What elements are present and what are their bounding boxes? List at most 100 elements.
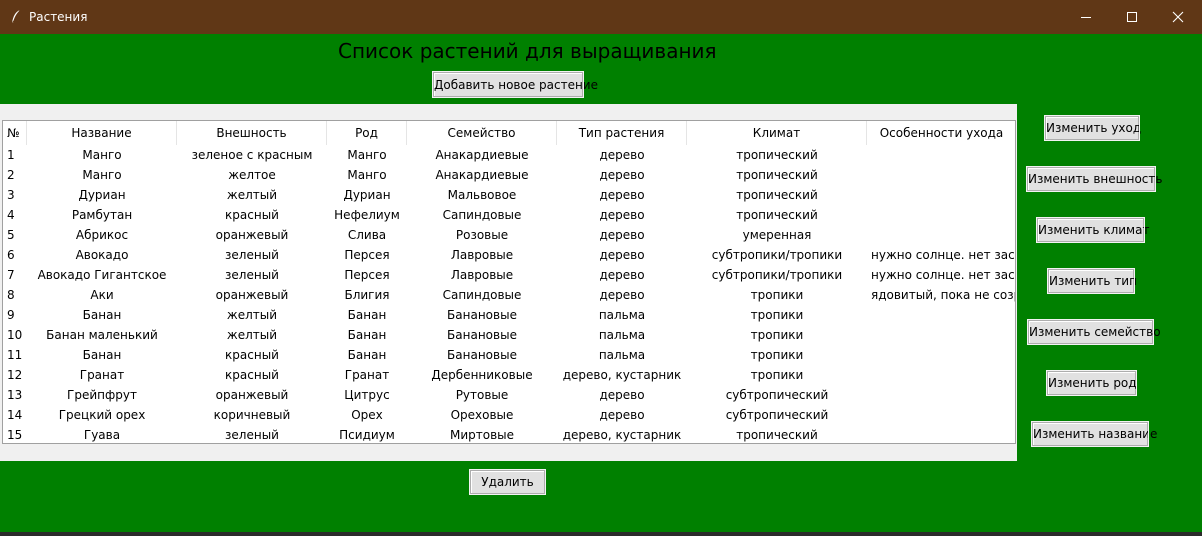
edit-family-button[interactable]: Изменить семейство bbox=[1027, 319, 1161, 345]
column-header[interactable]: Особенности ухода bbox=[867, 121, 1015, 145]
table-cell: ядовитый, пока не созрел bbox=[871, 288, 1015, 302]
table-cell: Сапиндовые bbox=[442, 208, 522, 222]
table-cell: Манго bbox=[82, 148, 122, 162]
table-row[interactable]: 5 Абрикос оранжевый Слива Розовые дерево умере… bbox=[3, 225, 1015, 245]
table-cell: зеленое с красным bbox=[191, 148, 313, 162]
table-cell: 9 bbox=[7, 308, 15, 322]
table-cell: 3 bbox=[7, 188, 15, 202]
table-cell: Миртовые bbox=[449, 428, 515, 442]
table-cell: Манго bbox=[347, 168, 387, 182]
table-cell bbox=[867, 165, 1015, 185]
close-icon bbox=[1172, 11, 1184, 23]
table-cell: Банановые bbox=[447, 348, 517, 362]
column-header[interactable]: Тип растения bbox=[557, 121, 687, 145]
minimize-icon bbox=[1081, 17, 1091, 18]
edit-type-button[interactable]: Изменить тип bbox=[1047, 268, 1137, 294]
table-cell: желтый bbox=[226, 328, 278, 342]
column-header[interactable]: Внешность bbox=[177, 121, 327, 145]
table-header: № Название Внешность Род Семейство Тип растен… bbox=[3, 121, 1015, 145]
table-cell: Дуриан bbox=[343, 188, 391, 202]
table-cell: Банан bbox=[347, 328, 387, 342]
table-cell: Грецкий орех bbox=[58, 408, 146, 422]
table-frame: № Название Внешность Род Семейство Тип растен… bbox=[0, 104, 1017, 461]
column-header[interactable]: Название bbox=[27, 121, 177, 145]
table-row[interactable]: 3 Дуриан желтый Дуриан Мальвовое дерево тропич… bbox=[3, 185, 1015, 205]
table-cell: тропики bbox=[750, 368, 804, 382]
table-row[interactable]: 10 Банан маленький желтый Банан Банановые пал… bbox=[3, 325, 1015, 345]
table-row[interactable]: 7 Авокадо Гигантское зеленый Персея Лавровые… bbox=[3, 265, 1015, 285]
table-row[interactable]: 4 Рамбутан красный Нефелиум Сапиндовые дерево… bbox=[3, 205, 1015, 225]
table-row[interactable]: 12 Гранат красный Гранат Дербенниковые дерево… bbox=[3, 365, 1015, 385]
table-cell: Лавровые bbox=[450, 268, 514, 282]
table-cell: Рутовые bbox=[455, 388, 509, 402]
add-plant-button[interactable]: Добавить новое растение bbox=[432, 71, 598, 98]
table-row[interactable]: 2 Манго желтое Манго Анакардиевые дерево тропи… bbox=[3, 165, 1015, 185]
table-cell: оранжевый bbox=[215, 288, 289, 302]
table-row[interactable]: 15 Гуава зеленый Псидиум Миртовые дерево, кус… bbox=[3, 425, 1015, 443]
table-row[interactable]: 11 Банан красный Банан Банановые пальма тропик… bbox=[3, 345, 1015, 365]
table-cell bbox=[867, 385, 1015, 405]
table-cell: Дуриан bbox=[78, 188, 126, 202]
table-row[interactable]: 6 Авокадо зеленый Персея Лавровые дерево субтр… bbox=[3, 245, 1015, 265]
table-row[interactable]: 9 Банан желтый Банан Банановые пальма тропики bbox=[3, 305, 1015, 325]
main-window: Список растений для выращивания Добавить… bbox=[0, 34, 1202, 532]
table-row[interactable]: 13 Грейпфрут оранжевый Цитрус Рутовые дерево с… bbox=[3, 385, 1015, 405]
table-cell: Персея bbox=[344, 268, 390, 282]
table-cell bbox=[867, 305, 1015, 325]
maximize-icon bbox=[1127, 12, 1137, 22]
table-cell: дерево bbox=[599, 288, 645, 302]
table-row[interactable]: 8 Аки оранжевый Блигия Сапиндовые дерево тропи… bbox=[3, 285, 1015, 305]
table-cell bbox=[867, 425, 1015, 443]
table-cell: Цитрус bbox=[344, 388, 390, 402]
minimize-button[interactable] bbox=[1063, 0, 1109, 34]
table-cell: тропики bbox=[750, 348, 804, 362]
table-cell: субтропический bbox=[725, 388, 829, 402]
table-cell: тропический bbox=[736, 168, 818, 182]
table-cell: Банан bbox=[347, 348, 387, 362]
column-header[interactable]: Климат bbox=[687, 121, 867, 145]
close-button[interactable] bbox=[1155, 0, 1201, 34]
table-cell bbox=[867, 205, 1015, 225]
column-header[interactable]: Род bbox=[327, 121, 407, 145]
table-cell: пальма bbox=[598, 328, 646, 342]
table-cell: 10 bbox=[7, 328, 23, 342]
table-cell: Гуава bbox=[83, 428, 121, 442]
table-cell: 14 bbox=[7, 408, 23, 422]
table-cell: Псидиум bbox=[339, 428, 395, 442]
edit-name-button[interactable]: Изменить название bbox=[1031, 421, 1157, 447]
edit-genus-button[interactable]: Изменить род bbox=[1046, 370, 1137, 396]
table-cell: тропики bbox=[750, 328, 804, 342]
table-cell: Банан bbox=[82, 348, 122, 362]
table-cell: тропики bbox=[750, 288, 804, 302]
edit-care-button[interactable]: Изменить уход bbox=[1044, 115, 1141, 141]
table-cell: дерево bbox=[599, 168, 645, 182]
table-cell: Манго bbox=[82, 168, 122, 182]
edit-climate-button[interactable]: Изменить климат bbox=[1036, 217, 1149, 243]
title-bar: Растения bbox=[0, 0, 1202, 34]
table-cell bbox=[867, 405, 1015, 425]
window-title: Растения bbox=[29, 10, 88, 24]
table-cell: Банан bbox=[347, 308, 387, 322]
table-cell: дерево, кустарник bbox=[562, 368, 682, 382]
table-cell bbox=[867, 185, 1015, 205]
table-cell: 6 bbox=[7, 248, 15, 262]
table-cell: Грейпфрут bbox=[67, 388, 137, 402]
table-cell: Анакардиевые bbox=[435, 148, 529, 162]
plants-table[interactable]: № Название Внешность Род Семейство Тип растен… bbox=[2, 120, 1016, 444]
table-cell: нужно солнце. нет засухе, bbox=[871, 248, 1015, 262]
table-cell: желтый bbox=[226, 188, 278, 202]
table-cell: красный bbox=[225, 368, 279, 382]
table-cell: пальма bbox=[598, 308, 646, 322]
column-header[interactable]: Семейство bbox=[407, 121, 557, 145]
table-cell bbox=[867, 365, 1015, 385]
delete-button[interactable]: Удалить bbox=[469, 469, 546, 495]
table-cell: дерево bbox=[599, 248, 645, 262]
page-title: Список растений для выращивания bbox=[338, 39, 717, 63]
table-cell: 2 bbox=[7, 168, 15, 182]
edit-appearance-button[interactable]: Изменить внешность bbox=[1026, 166, 1162, 192]
maximize-button[interactable] bbox=[1109, 0, 1155, 34]
table-row[interactable]: 14 Грецкий орех коричневый Орех Ореховые дере… bbox=[3, 405, 1015, 425]
table-cell: Дербенниковые bbox=[431, 368, 533, 382]
table-row[interactable]: 1 Манго зеленое с красным Манго Анакардиевые… bbox=[3, 145, 1015, 165]
column-header[interactable]: № bbox=[3, 121, 27, 145]
